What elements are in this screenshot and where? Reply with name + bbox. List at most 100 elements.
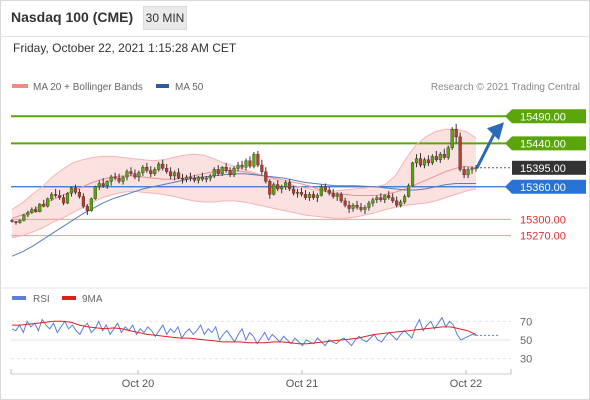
candle-down <box>81 196 85 207</box>
candle-up <box>157 163 161 170</box>
candle-up <box>125 171 129 178</box>
candle-up <box>422 159 427 166</box>
candle-down <box>61 197 66 204</box>
candle-down <box>34 209 38 212</box>
candle-up <box>97 183 101 187</box>
target-label: 15490.00 <box>520 111 566 123</box>
candle-down <box>454 129 458 138</box>
candle-down <box>85 206 89 211</box>
candle-up <box>22 214 26 221</box>
candle-up <box>450 129 454 148</box>
last-price-label: 15395.00 <box>520 163 566 175</box>
rsi-ma-legend-swatch <box>62 296 76 300</box>
candle-down <box>426 159 430 164</box>
candle-up <box>351 205 355 209</box>
candle-down <box>418 158 423 166</box>
source-credit: Research © 2021 Trading Central <box>431 82 580 93</box>
rsi-line <box>11 316 477 347</box>
forecast-arrow-shaft <box>475 129 498 169</box>
candle-up <box>414 158 419 164</box>
candle-down <box>200 176 204 180</box>
candle-up <box>196 176 200 181</box>
x-tick-label: Oct 20 <box>122 378 154 390</box>
candle-up <box>232 168 236 176</box>
candle-up <box>208 175 212 179</box>
forecast-arrow-head <box>487 122 504 141</box>
candle-up <box>93 186 97 199</box>
candle-down <box>303 194 308 198</box>
candle-down <box>192 177 197 181</box>
ma20-legend-label: MA 20 + Bollinger Bands <box>33 82 143 93</box>
candle-up <box>69 187 74 194</box>
candle-down <box>323 186 327 191</box>
candle-down <box>10 220 14 222</box>
candle-up <box>474 167 478 169</box>
candle-down <box>299 192 304 195</box>
candle-down <box>117 177 121 182</box>
candle-down <box>180 177 185 180</box>
candle-up <box>438 154 442 160</box>
rsi-ma-legend-label: 9MA <box>82 294 103 305</box>
candle-up <box>406 185 411 197</box>
candle-down <box>77 192 82 197</box>
candle-up <box>244 160 248 168</box>
level-labels: 15490.00 15440.00 15395.00 15360.00 15300.00… <box>505 109 586 243</box>
candle-down <box>288 182 292 190</box>
candle-down <box>327 189 331 194</box>
candle-up <box>466 169 470 176</box>
bollinger-band-area <box>12 129 476 238</box>
bollinger-bands <box>12 129 476 238</box>
candle-up <box>403 196 407 203</box>
candle-down <box>260 164 264 172</box>
candle-up <box>153 169 157 174</box>
candle-up <box>46 198 50 207</box>
candle-down <box>54 194 58 196</box>
candle-up <box>363 207 367 210</box>
candle-down <box>434 156 438 160</box>
candle-up <box>335 194 339 197</box>
candle-up <box>121 176 125 182</box>
x-tick-label: Oct 22 <box>450 378 482 390</box>
rsi-tick-label: 50 <box>520 335 532 347</box>
candle-down <box>343 200 347 206</box>
candle-up <box>272 184 276 195</box>
candle-down <box>331 193 335 197</box>
rsi-legend: RSI 9MA <box>12 294 103 305</box>
candle-up <box>280 186 284 190</box>
candle-down <box>145 167 149 171</box>
candle-up <box>26 212 30 216</box>
candle-down <box>129 171 133 174</box>
candle-down <box>161 163 165 169</box>
candle-up <box>446 147 450 158</box>
candle-up <box>109 176 113 182</box>
candle-down <box>395 200 399 206</box>
candle-down <box>264 171 268 182</box>
candle-up <box>410 162 415 186</box>
candle-down <box>347 205 351 209</box>
candle-down <box>276 184 280 190</box>
candle-down <box>113 176 117 179</box>
candle-down <box>73 187 78 193</box>
candle-down <box>58 195 62 198</box>
candle-up <box>65 193 70 204</box>
candle-down <box>101 183 105 186</box>
candle-down <box>188 176 193 179</box>
candle-down <box>256 154 260 166</box>
candle-up <box>315 195 319 198</box>
candle-down <box>248 160 252 167</box>
candle-up <box>212 169 216 177</box>
candle-down <box>176 172 181 179</box>
ma50-legend-label: MA 50 <box>175 82 204 93</box>
candle-down <box>240 164 244 168</box>
candle-up <box>375 197 379 200</box>
candle-down <box>339 194 343 202</box>
candle-down <box>359 207 363 210</box>
candle-down <box>391 197 395 202</box>
candle-down <box>216 169 220 174</box>
candle-up <box>399 201 403 206</box>
rsi-legend-swatch <box>12 296 26 300</box>
ma20-legend-swatch <box>12 84 28 88</box>
candle-up <box>236 164 240 169</box>
candle-up <box>18 220 22 223</box>
candle-up <box>307 194 312 198</box>
